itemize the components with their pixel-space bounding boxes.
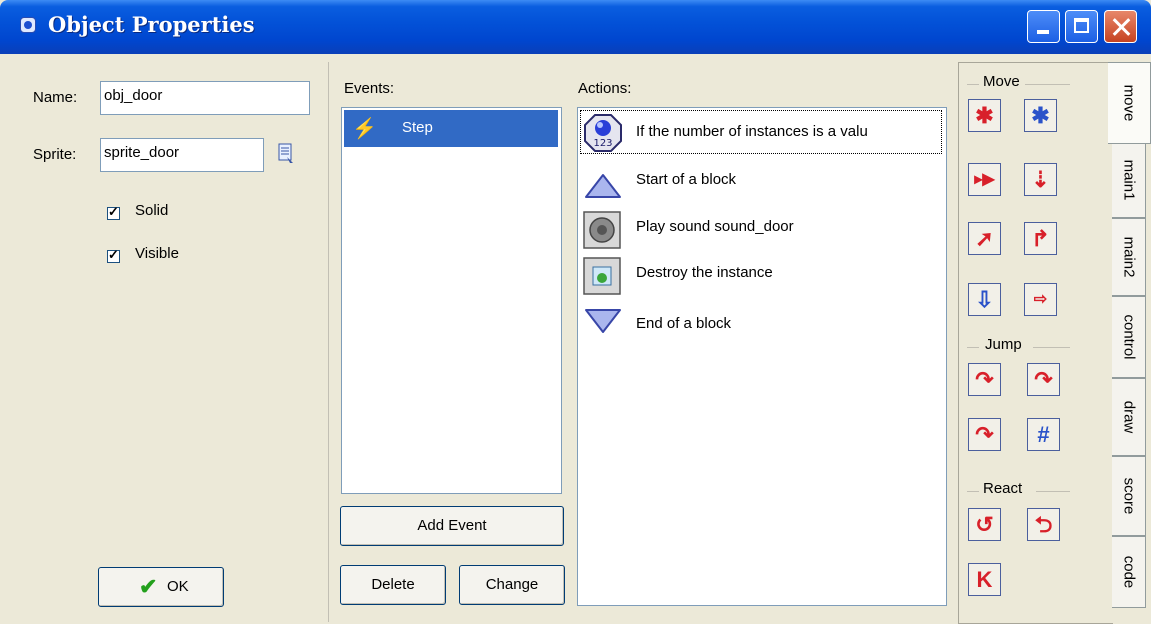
events-label: Events: — [344, 80, 395, 97]
object-icon — [20, 17, 36, 33]
bounce-icon[interactable]: ⮌ — [1027, 508, 1060, 541]
instance-count-icon: 123 — [584, 114, 622, 152]
sprite-label: Sprite: — [33, 146, 77, 163]
block-start-icon — [585, 174, 621, 198]
group-react-label: React — [980, 480, 1026, 497]
snap-to-grid-icon[interactable]: # — [1027, 418, 1060, 451]
events-list[interactable]: ⚡ Step — [341, 107, 562, 494]
add-event-button[interactable]: Add Event — [340, 506, 564, 546]
delete-event-button[interactable]: Delete — [340, 565, 446, 605]
tab-main2[interactable]: main2 — [1112, 218, 1146, 296]
tab-main1[interactable]: main1 — [1112, 142, 1146, 218]
reverse-direction-icon[interactable]: ↺ — [968, 508, 1001, 541]
tab-code[interactable]: code — [1112, 536, 1146, 608]
sprite-input[interactable]: sprite_door — [100, 138, 264, 172]
reverse-horizontal-icon[interactable]: ⇨ — [1024, 283, 1057, 316]
move-to-contact-icon[interactable]: K — [968, 563, 1001, 596]
visible-label: Visible — [135, 245, 179, 262]
actions-list[interactable]: 123 If the number of instances is a valu… — [577, 107, 947, 606]
group-divider — [1036, 491, 1070, 492]
action-item[interactable]: End of a block — [578, 303, 944, 347]
close-button[interactable] — [1104, 10, 1137, 43]
actions-label: Actions: — [578, 80, 632, 97]
window-title: Object Properties — [48, 12, 255, 37]
action-label: Destroy the instance — [636, 264, 773, 281]
speed-horizontal-icon[interactable]: ⇣ — [1024, 163, 1057, 196]
group-divider — [1025, 84, 1070, 85]
block-end-icon — [585, 309, 621, 333]
action-item[interactable]: 123 If the number of instances is a valu — [578, 111, 944, 155]
gravity-icon[interactable]: ⇩ — [968, 283, 1001, 316]
checkmark-icon: ✔ — [139, 574, 158, 599]
group-divider — [967, 347, 979, 348]
group-jump-label: Jump — [982, 336, 1025, 353]
action-label: Play sound sound_door — [636, 218, 794, 235]
tab-score[interactable]: score — [1112, 456, 1146, 536]
event-item-label: Step — [402, 119, 433, 136]
move-fixed-icon[interactable]: ✱ — [968, 99, 1001, 132]
jump-to-start-icon[interactable]: ↷ — [1027, 363, 1060, 396]
jump-to-position-icon[interactable]: ↷ — [968, 363, 1001, 396]
speed-vertical-icon[interactable]: ➚ — [968, 222, 1001, 255]
move-to-position-icon[interactable]: ↱ — [1024, 222, 1057, 255]
move-free-icon[interactable]: ✱ — [1024, 99, 1057, 132]
tab-move[interactable]: move — [1108, 62, 1151, 144]
solid-checkbox[interactable] — [107, 204, 120, 220]
group-divider — [967, 491, 979, 492]
ok-button[interactable]: ✔ OK — [98, 567, 224, 607]
solid-label: Solid — [135, 202, 169, 219]
step-icon: ⚡ — [352, 118, 377, 140]
jump-random-icon[interactable]: ↷ — [968, 418, 1001, 451]
tab-control[interactable]: control — [1112, 296, 1146, 378]
action-item[interactable]: Destroy the instance — [578, 254, 944, 298]
event-item-step[interactable]: ⚡ Step — [344, 110, 558, 147]
change-event-button[interactable]: Change — [459, 565, 565, 605]
name-input[interactable]: obj_door — [100, 81, 310, 115]
action-label: Start of a block — [636, 171, 737, 188]
group-move-label: Move — [980, 73, 1023, 90]
ok-label: OK — [167, 578, 189, 595]
group-divider — [967, 84, 979, 85]
svg-text:123: 123 — [593, 138, 612, 149]
action-item[interactable]: Start of a block — [578, 162, 944, 206]
sound-icon — [583, 211, 621, 249]
action-label: End of a block — [636, 315, 732, 332]
tab-draw[interactable]: draw — [1112, 378, 1146, 456]
sprite-menu-icon[interactable] — [276, 141, 296, 167]
destroy-icon — [583, 257, 621, 295]
action-item[interactable]: Play sound sound_door — [578, 208, 944, 252]
name-label: Name: — [33, 89, 78, 106]
action-label: If the number of instances is a valu — [636, 123, 868, 140]
minimize-button[interactable] — [1027, 10, 1060, 43]
visible-checkbox[interactable] — [107, 247, 120, 263]
object-properties-window: Object Properties Name: obj_door Sprite:… — [0, 0, 1151, 624]
left-divider — [328, 62, 329, 622]
title-bar[interactable]: Object Properties — [0, 0, 1151, 54]
move-towards-icon[interactable]: ▸▶ — [968, 163, 1001, 196]
group-divider — [1033, 347, 1070, 348]
maximize-button[interactable] — [1065, 10, 1098, 43]
